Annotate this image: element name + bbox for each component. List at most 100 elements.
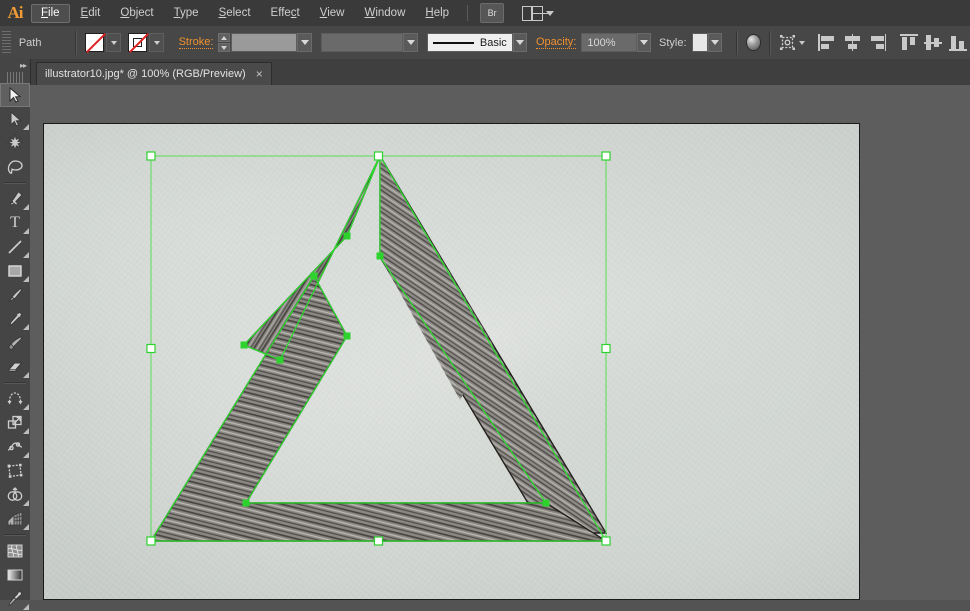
rotate-tool[interactable] [0, 387, 30, 411]
menu-window[interactable]: Window [355, 4, 414, 23]
lasso-tool[interactable] [0, 155, 30, 179]
stroke-swatch-none[interactable] [128, 33, 150, 53]
fill-control[interactable] [85, 33, 122, 53]
align-left-button[interactable] [818, 34, 835, 51]
pencil-tool[interactable] [0, 307, 30, 331]
stroke-weight-stepper[interactable] [218, 33, 231, 52]
stroke-label[interactable]: Stroke: [178, 36, 214, 49]
gradient-icon [7, 569, 23, 581]
width-warp-tool[interactable] [0, 435, 30, 459]
arrange-documents-button[interactable] [522, 5, 555, 21]
flyout-arrow-icon [23, 228, 29, 234]
opacity-dropdown[interactable] [636, 33, 652, 52]
mesh-tool[interactable] [0, 539, 30, 563]
eraser-icon [7, 362, 23, 372]
artboard[interactable] [43, 123, 860, 600]
flyout-arrow-icon [23, 276, 29, 282]
opacity-label[interactable]: Opacity: [536, 36, 577, 49]
menu-help[interactable]: Help [416, 4, 458, 23]
magic-wand-icon [6, 134, 24, 152]
direct-selection-tool[interactable] [0, 107, 30, 131]
double-arrow-icon: ▸▸ [19, 61, 27, 70]
selection-tool[interactable] [0, 83, 30, 107]
pencil-icon [9, 311, 23, 327]
blob-brush-tool[interactable] [0, 331, 30, 355]
align-top-button[interactable] [899, 34, 918, 51]
menu-select[interactable]: Select [210, 4, 260, 23]
fill-dropdown[interactable] [106, 33, 122, 52]
align-right-button[interactable] [868, 34, 887, 51]
selection-arrow-icon [9, 86, 22, 103]
line-segment-tool[interactable] [0, 235, 30, 259]
tools-panel-grip[interactable] [7, 72, 23, 83]
graphic-style-dropdown[interactable] [707, 33, 723, 52]
close-icon[interactable]: × [256, 68, 263, 80]
pen-tool[interactable] [0, 187, 30, 211]
brush-stroke-icon [432, 41, 474, 44]
menu-effect[interactable]: Effect [262, 4, 309, 23]
rectangle-tool[interactable] [0, 259, 30, 283]
tool-divider [4, 534, 26, 536]
control-bar-grip[interactable] [2, 30, 11, 55]
menu-file[interactable]: File [31, 3, 70, 23]
brush-definition-field[interactable]: Basic [426, 33, 513, 52]
document-tab-label: illustrator10.jpg* @ 100% (RGB/Preview) [45, 68, 246, 80]
anchor-points [240, 232, 550, 507]
flyout-arrow-icon [23, 204, 29, 210]
path-outline-main [149, 153, 608, 542]
stroke-weight-field[interactable] [231, 33, 298, 52]
tool-divider [4, 182, 26, 184]
recolor-artwork-icon[interactable] [746, 34, 762, 51]
stroke-profile-field[interactable] [320, 33, 404, 52]
magic-wand-tool[interactable] [0, 131, 30, 155]
control-bar: Path Stroke: Basic Opacity: 100% Style: [0, 26, 970, 60]
transform-button[interactable] [779, 34, 806, 51]
opacity-field[interactable]: 100% [581, 33, 637, 52]
stepper-down-icon[interactable] [218, 43, 231, 52]
none-slash-icon [86, 33, 107, 53]
tools-panel: ▸▸ T [0, 59, 31, 610]
menu-edit[interactable]: Edit [72, 4, 110, 23]
tools-panel-collapse[interactable]: ▸▸ [0, 59, 30, 72]
stepper-up-icon[interactable] [218, 33, 231, 42]
direct-selection-arrow-icon [10, 110, 22, 127]
free-transform-tool[interactable] [0, 459, 30, 483]
flyout-arrow-icon [23, 524, 29, 530]
transform-icon [780, 35, 796, 50]
paintbrush-tool[interactable] [0, 283, 30, 307]
stroke-weight-dropdown[interactable] [297, 33, 312, 52]
selection-overlay [146, 151, 611, 546]
menu-type[interactable]: Type [165, 4, 208, 23]
eraser-tool[interactable] [0, 355, 30, 379]
rotate-icon [7, 392, 23, 405]
align-vertical-center-button[interactable] [924, 34, 943, 51]
gradient-tool[interactable] [0, 563, 30, 587]
fill-swatch-none[interactable] [85, 33, 107, 53]
style-label: Style: [659, 36, 687, 49]
document-tab-bar: illustrator10.jpg* @ 100% (RGB/Preview) … [0, 59, 970, 86]
shape-builder-tool[interactable] [0, 483, 30, 507]
menu-bar: Ai File Edit Object Type Select Effect V… [0, 0, 970, 27]
scale-tool[interactable] [0, 411, 30, 435]
menu-divider [467, 5, 469, 21]
perspective-grid-tool[interactable] [0, 507, 30, 531]
document-tab[interactable]: illustrator10.jpg* @ 100% (RGB/Preview) … [36, 62, 272, 85]
align-horizontal-center-button[interactable] [843, 34, 861, 51]
flyout-arrow-icon [23, 252, 29, 258]
bridge-button[interactable]: Br [480, 3, 505, 23]
stroke-profile-dropdown[interactable] [403, 33, 418, 52]
lasso-icon [7, 160, 23, 175]
document-canvas[interactable] [30, 85, 970, 600]
menu-view[interactable]: View [311, 4, 354, 23]
type-tool[interactable]: T [0, 211, 30, 235]
divider [769, 30, 772, 55]
graphic-style-swatch[interactable] [691, 33, 708, 52]
align-bottom-button[interactable] [949, 34, 968, 51]
brush-definition-dropdown[interactable] [512, 33, 528, 52]
eyedropper-tool[interactable] [0, 587, 30, 611]
stroke-color-control[interactable] [128, 33, 165, 53]
menu-object[interactable]: Object [111, 4, 162, 23]
path-outline-upper-limb [242, 155, 381, 361]
rectangle-icon [8, 265, 22, 277]
stroke-color-dropdown[interactable] [149, 33, 165, 52]
